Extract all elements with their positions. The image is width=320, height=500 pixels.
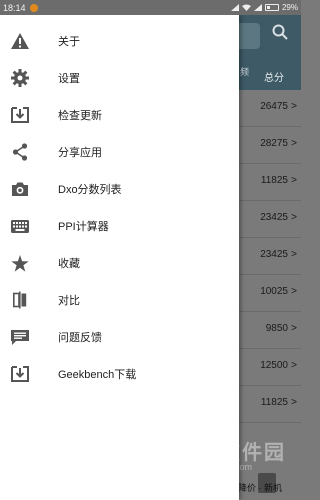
star-icon: [10, 253, 30, 273]
battery-icon: [264, 4, 279, 11]
drawer-item-label: 关于: [58, 35, 80, 48]
drawer-item-label: 检查更新: [58, 109, 102, 122]
column-header[interactable]: 频: [240, 65, 249, 78]
share-icon: [10, 142, 30, 162]
chevron-right-icon: >: [291, 360, 297, 371]
gear-icon: [10, 68, 30, 88]
status-indicators: 29%: [230, 3, 298, 12]
score-value: 26475: [260, 101, 288, 112]
drawer-item-label: 收藏: [58, 257, 80, 270]
score-value: 9850: [265, 323, 288, 334]
signal-icon: [230, 4, 239, 11]
battery-percent: 29%: [281, 3, 298, 12]
signal-icon: [253, 4, 262, 11]
drawer-item-check-update[interactable]: 检查更新: [0, 96, 239, 133]
drawer-item-label: 对比: [58, 294, 80, 307]
drawer-item-about[interactable]: 关于: [0, 22, 239, 59]
drawer-item-dxo-list[interactable]: Dxo分数列表: [0, 170, 239, 207]
chevron-right-icon: >: [291, 286, 297, 297]
drawer-item-compare[interactable]: 对比: [0, 281, 239, 318]
bottom-bar-text[interactable]: 降价 · 新机: [238, 481, 282, 494]
score-value: 23425: [260, 249, 288, 260]
status-time: 18:14: [3, 2, 26, 13]
search-icon[interactable]: [272, 24, 288, 40]
feedback-icon: [10, 327, 30, 347]
drawer-item-label: 设置: [58, 72, 80, 85]
chevron-right-icon: >: [291, 175, 297, 186]
chevron-right-icon: >: [291, 249, 297, 260]
column-header-total[interactable]: 总分: [264, 69, 284, 84]
search-input[interactable]: [238, 23, 260, 49]
score-value: 12500: [260, 360, 288, 371]
keyboard-icon: [10, 216, 30, 236]
chevron-right-icon: >: [291, 323, 297, 334]
drawer-item-geekbench-download[interactable]: Geekbench下载: [0, 355, 239, 392]
drawer-item-label: PPI计算器: [58, 220, 109, 233]
score-value: 11825: [260, 397, 288, 408]
drawer-item-label: 问题反馈: [58, 331, 102, 344]
warning-icon: [10, 31, 30, 51]
chevron-right-icon: >: [291, 397, 297, 408]
download-box-icon: [10, 105, 30, 125]
drawer-item-favorites[interactable]: 收藏: [0, 244, 239, 281]
compare-icon: [10, 290, 30, 310]
navigation-drawer: 关于 设置 检查更新 分享应用 Dxo分数列表 PPI计算器 收藏 对比 问题反…: [0, 15, 239, 500]
score-value: 28275: [260, 138, 288, 149]
chevron-right-icon: >: [291, 101, 297, 112]
status-bar: 18:14 29%: [0, 0, 301, 15]
score-value: 11825: [260, 175, 288, 186]
chevron-right-icon: >: [291, 138, 297, 149]
drawer-item-label: Geekbench下载: [58, 368, 137, 381]
download-box-icon: [10, 364, 30, 384]
drawer-item-share[interactable]: 分享应用: [0, 133, 239, 170]
wifi-icon: [241, 4, 251, 11]
camera-icon: [10, 179, 30, 199]
drawer-item-ppi-calculator[interactable]: PPI计算器: [0, 207, 239, 244]
notification-dot-icon: [29, 3, 38, 12]
drawer-item-feedback[interactable]: 问题反馈: [0, 318, 239, 355]
drawer-item-label: Dxo分数列表: [58, 183, 122, 196]
chevron-right-icon: >: [291, 212, 297, 223]
score-value: 10025: [260, 286, 288, 297]
drawer-item-settings[interactable]: 设置: [0, 59, 239, 96]
score-value: 23425: [260, 212, 288, 223]
drawer-item-label: 分享应用: [58, 146, 102, 159]
